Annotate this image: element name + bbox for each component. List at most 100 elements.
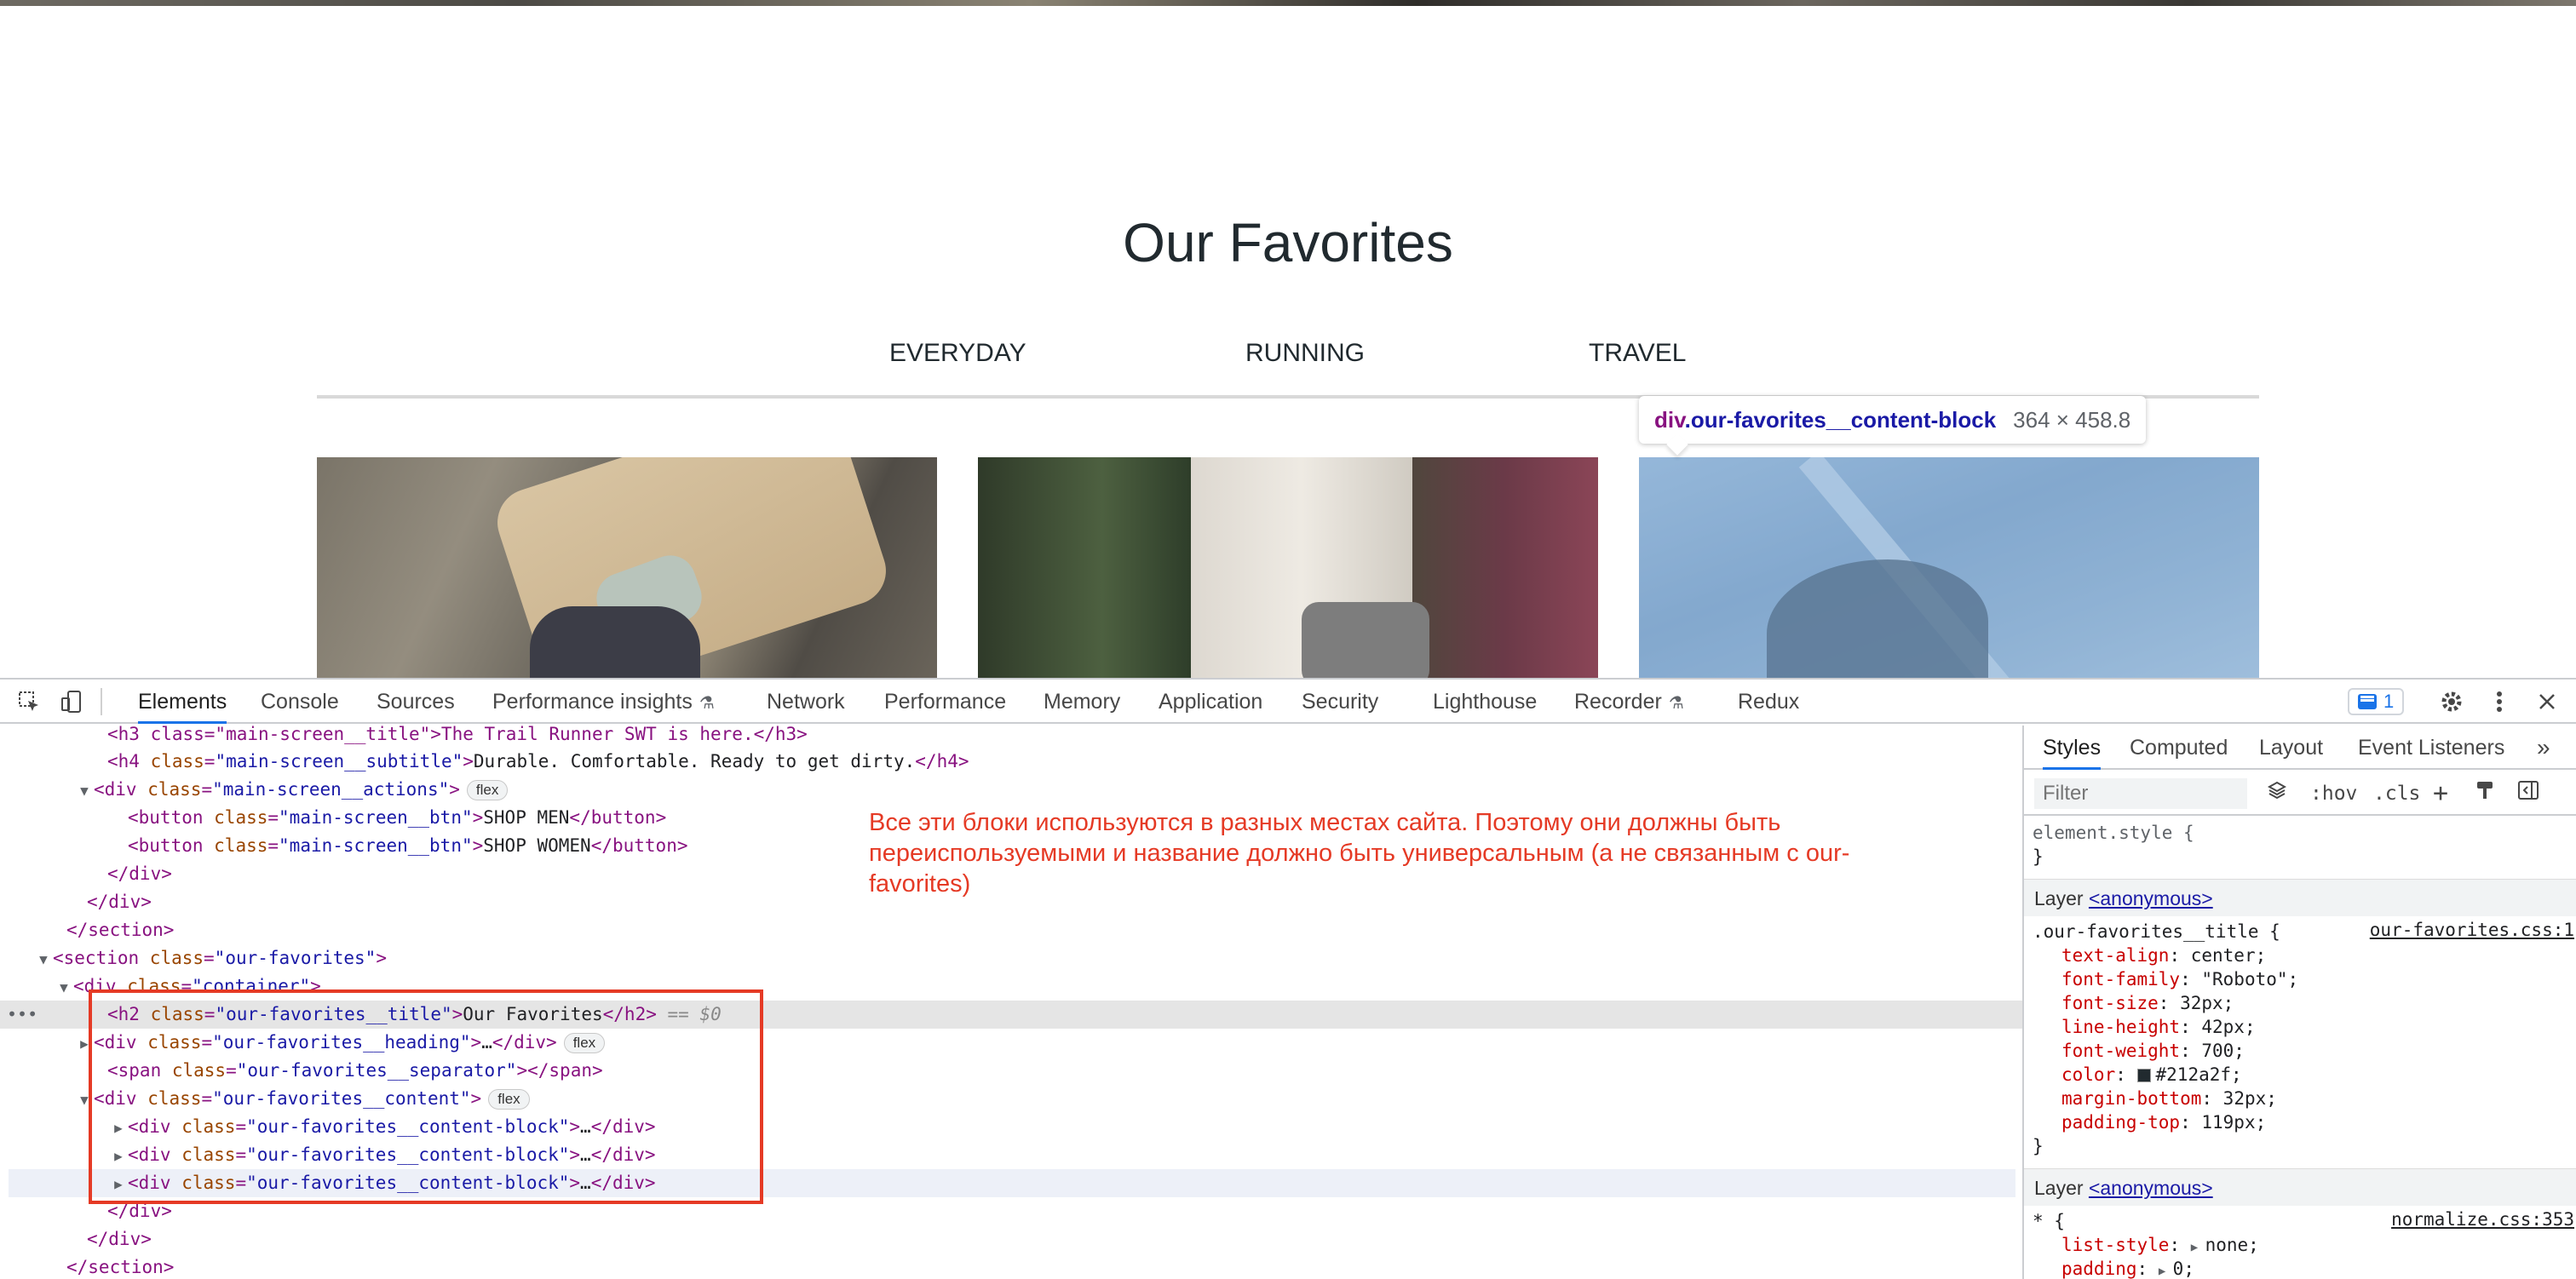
photo-sleeve	[1302, 602, 1429, 678]
styles-pane: Styles Computed Layout Event Listeners »…	[2022, 726, 2576, 1279]
css-property[interactable]: font-size: 32px;	[2061, 991, 2234, 1015]
flask-icon: ⚗	[699, 694, 715, 713]
css-property[interactable]: text-align: center;	[2061, 943, 2266, 967]
inspect-highlight-overlay	[1639, 457, 2259, 678]
tab-running[interactable]: RUNNING	[1245, 339, 1365, 368]
new-style-rule-button[interactable]: +	[2433, 780, 2448, 807]
dom-node-line[interactable]: </section>	[0, 916, 2022, 944]
inspect-tooltip: div.our-favorites__content-block 364 × 4…	[1639, 396, 2147, 444]
message-icon	[2358, 694, 2377, 709]
content-block-travel-highlighted[interactable]	[1639, 457, 2259, 678]
toggle-sidebar-icon[interactable]	[2518, 780, 2539, 807]
rule2-source-link[interactable]: normalize.css:353	[2391, 1209, 2574, 1230]
dom-node-line[interactable]: <h4 class="main-screen__subtitle">Durabl…	[0, 748, 2022, 776]
dom-node-line[interactable]: <span class="our-favorites__separator"><…	[0, 1057, 2022, 1085]
styles-subtabs: Styles Computed Layout Event Listeners »	[2024, 726, 2576, 770]
close-icon[interactable]	[2533, 688, 2561, 715]
tab-console[interactable]: Console	[261, 680, 339, 724]
tab-application[interactable]: Application	[1159, 680, 1262, 724]
css-property[interactable]: font-family: "Roboto";	[2061, 967, 2298, 991]
content-block-running[interactable]	[978, 457, 1598, 678]
css-property[interactable]: line-height: 42px;	[2061, 1015, 2256, 1039]
css-property[interactable]: list-style: ▶ none;	[2061, 1233, 2259, 1257]
devtools-toolbar: Elements Console Sources Performance ins…	[0, 680, 2576, 724]
hov-button[interactable]: :hov	[2310, 780, 2357, 807]
tab-network[interactable]: Network	[767, 680, 845, 724]
flex-badge[interactable]: flex	[466, 780, 509, 800]
tab-security[interactable]: Security	[1302, 680, 1378, 724]
tooltip-tag: div	[1654, 406, 1685, 433]
toggle-renderings-icon[interactable]	[2267, 780, 2287, 807]
subtab-layout[interactable]: Layout	[2259, 726, 2323, 770]
issues-counter-button[interactable]: 1	[2348, 688, 2405, 715]
element-style-close: }	[2033, 846, 2044, 867]
layer-label: Layer	[2034, 887, 2084, 909]
dom-node-line[interactable]: ▶ <div class="our-favorites__heading">…</…	[0, 1029, 2022, 1057]
flex-badge[interactable]: flex	[563, 1033, 606, 1053]
dom-node-line[interactable]: </section>	[0, 1253, 2022, 1279]
content-block-everyday[interactable]	[317, 457, 937, 678]
flask-icon: ⚗	[1668, 694, 1684, 713]
cls-button[interactable]: .cls	[2373, 780, 2420, 807]
tooltip-size: 364 × 458.8	[2013, 406, 2131, 433]
css-property[interactable]: padding: ▶ 0;	[2061, 1257, 2194, 1279]
dom-node-line[interactable]: ▼ <div class="main-screen__actions"> flex	[0, 776, 2022, 804]
subtab-styles[interactable]: Styles	[2043, 726, 2102, 770]
css-property[interactable]: color: #212a2f;	[2061, 1063, 2242, 1087]
dom-node-line[interactable]: ▶ <div class="our-favorites__content-bloc…	[9, 1169, 2015, 1197]
issues-count: 1	[2383, 691, 2395, 712]
our-favorites-title: Our Favorites	[1123, 212, 1453, 273]
css-property[interactable]: font-weight: 700;	[2061, 1039, 2245, 1063]
more-tabs-chevron-icon[interactable]: »	[2537, 726, 2550, 770]
rule-selector: .our-favorites__title {	[2033, 921, 2280, 942]
dom-node-line[interactable]: </div>	[0, 1225, 2022, 1253]
css-property[interactable]: padding-top: 119px;	[2061, 1110, 2266, 1134]
inspect-element-icon[interactable]	[15, 688, 43, 715]
rule-source-link[interactable]: our-favorites.css:1	[2370, 920, 2574, 940]
styles-filter-row: :hov .cls +	[2024, 771, 2576, 816]
tab-travel[interactable]: TRAVEL	[1589, 339, 1686, 368]
layer-row: Layer <anonymous>	[2024, 879, 2576, 916]
tab-recorder-label: Recorder	[1574, 690, 1662, 714]
tooltip-class: .our-favorites__content-block	[1684, 406, 1997, 433]
flex-badge[interactable]: flex	[488, 1089, 530, 1110]
more-dots-icon[interactable]: •••	[7, 1001, 37, 1029]
settings-gear-icon[interactable]	[2438, 688, 2465, 715]
color-swatch[interactable]	[2136, 1069, 2151, 1082]
layer-anonymous-link[interactable]: <anonymous>	[2089, 887, 2213, 909]
dom-node-line[interactable]: ▼ <section class="our-favorites">	[0, 944, 2022, 972]
tab-lighthouse[interactable]: Lighthouse	[1433, 680, 1537, 724]
dom-node-line[interactable]: ▼ <div class="container">	[0, 972, 2022, 1001]
hero-image-bottom-edge	[0, 0, 2576, 6]
photo-shoe	[530, 606, 700, 678]
category-tabs: EVERYDAY RUNNING TRAVEL	[0, 339, 2576, 373]
dom-node-line[interactable]: ▼ <div class="our-favorites__content"> fle…	[0, 1085, 2022, 1113]
tab-sources[interactable]: Sources	[377, 680, 455, 724]
tab-performance-insights-label: Performance insights	[492, 690, 693, 714]
dom-node-line[interactable]: <h3 class="main-screen__title">The Trail…	[0, 726, 2022, 748]
tab-recorder[interactable]: Recorder ⚗	[1574, 680, 1684, 724]
layer-row-2: Layer <anonymous>	[2024, 1168, 2576, 1206]
dom-node-line[interactable]: </div>	[0, 1197, 2022, 1225]
dom-node-line[interactable]: ▶ <div class="our-favorites__content-bloc…	[0, 1141, 2022, 1169]
subtab-event-listeners[interactable]: Event Listeners	[2358, 726, 2504, 770]
tab-elements[interactable]: Elements	[138, 680, 227, 724]
rule2-selector: * {	[2033, 1211, 2065, 1231]
tab-everyday[interactable]: EVERYDAY	[889, 339, 1026, 368]
tab-memory[interactable]: Memory	[1044, 680, 1120, 724]
tab-performance[interactable]: Performance	[884, 680, 1006, 724]
page-viewport: Our Favorites EVERYDAY RUNNING TRAVEL di…	[0, 0, 2576, 678]
paint-brush-icon[interactable]	[2475, 780, 2494, 807]
tab-redux[interactable]: Redux	[1738, 680, 1799, 724]
toolbar-divider	[101, 688, 102, 715]
device-toolbar-icon[interactable]	[58, 688, 85, 715]
layer-anonymous-link-2[interactable]: <anonymous>	[2089, 1177, 2213, 1199]
styles-filter-input[interactable]	[2034, 778, 2247, 809]
subtab-computed[interactable]: Computed	[2130, 726, 2228, 770]
dom-node-line[interactable]: ▶ <div class="our-favorites__content-bloc…	[0, 1113, 2022, 1141]
rule-close: }	[2033, 1136, 2044, 1156]
css-property[interactable]: margin-bottom: 32px;	[2061, 1087, 2277, 1110]
more-vert-icon[interactable]	[2486, 688, 2513, 715]
tab-performance-insights[interactable]: Performance insights ⚗	[492, 680, 715, 724]
dom-node-line[interactable]: <h2 class="our-favorites__title">Our Fav…	[0, 1001, 2022, 1029]
